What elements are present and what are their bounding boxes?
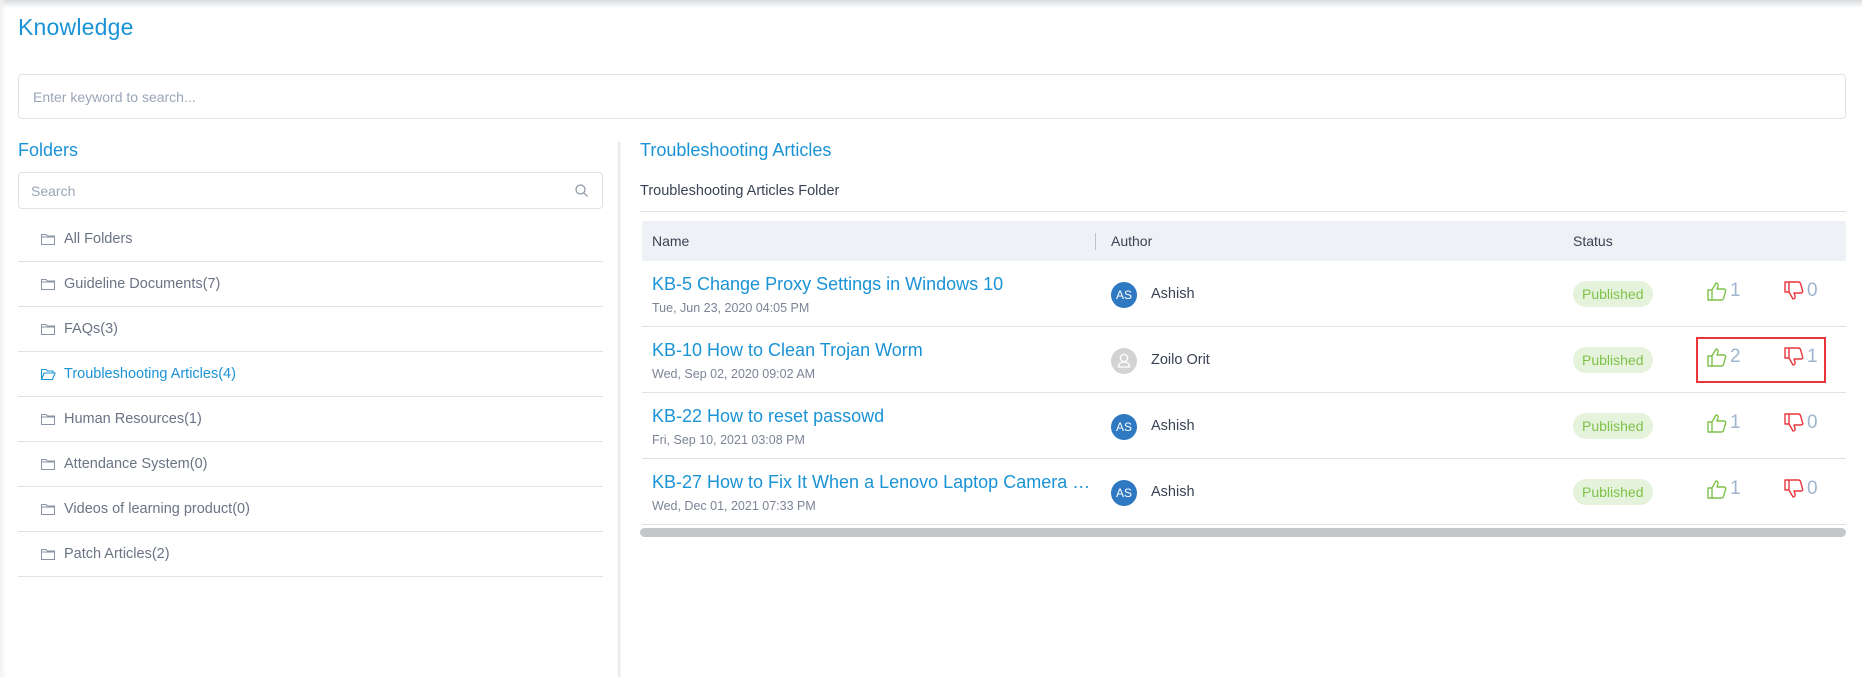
folder-label: Guideline Documents(7): [64, 276, 221, 292]
folder-icon: [40, 277, 56, 291]
folder-item[interactable]: FAQs(3): [18, 307, 603, 352]
thumbs-down-icon: [1783, 280, 1805, 302]
folder-item[interactable]: Guideline Documents(7): [18, 262, 603, 307]
column-header-name[interactable]: Name: [652, 233, 689, 249]
articles-subtitle: Troubleshooting Articles Folder: [640, 183, 840, 199]
folder-item[interactable]: Attendance System(0): [18, 442, 603, 487]
avatar: AS: [1111, 414, 1137, 440]
table-row: KB-27 How to Fix It When a Lenovo Laptop…: [642, 459, 1846, 525]
highlight-box: [1696, 337, 1826, 383]
like-button[interactable]: 1: [1706, 280, 1741, 302]
thumbs-up-icon: [1706, 280, 1728, 302]
page-title: Knowledge: [18, 14, 134, 40]
like-button[interactable]: 1: [1706, 412, 1741, 434]
dislike-button[interactable]: 0: [1783, 280, 1818, 302]
like-button[interactable]: 1: [1706, 478, 1741, 500]
folder-label: Human Resources(1): [64, 411, 202, 427]
folder-item[interactable]: Patch Articles(2): [18, 532, 603, 577]
author-name: Zoilo Orit: [1151, 352, 1210, 368]
folder-label: Attendance System(0): [64, 456, 208, 472]
table-header: Name Author Status: [642, 221, 1846, 261]
column-header-status[interactable]: Status: [1573, 233, 1613, 249]
article-title-link[interactable]: KB-22 How to reset passowd: [652, 406, 884, 427]
divider: [640, 211, 1846, 212]
folder-search-input[interactable]: [19, 173, 602, 208]
folder-icon: [40, 502, 56, 516]
author-name: Ashish: [1151, 484, 1195, 500]
horizontal-scrollbar[interactable]: [640, 528, 1846, 537]
folder-list: All Folders Guideline Documents(7) FAQs(3)…: [18, 217, 603, 577]
author-name: Ashish: [1151, 418, 1195, 434]
folder-label: Patch Articles(2): [64, 546, 170, 562]
column-resize-handle[interactable]: [1095, 233, 1096, 250]
status-badge: Published: [1573, 479, 1653, 505]
article-date: Fri, Sep 10, 2021 03:08 PM: [652, 433, 805, 447]
folder-search[interactable]: [18, 172, 603, 209]
author-name: Ashish: [1151, 286, 1195, 302]
avatar: AS: [1111, 282, 1137, 308]
folder-open-icon: [40, 367, 56, 381]
table-body: KB-5 Change Proxy Settings in Windows 10…: [642, 261, 1846, 525]
folder-item[interactable]: All Folders: [18, 217, 603, 262]
folder-icon: [40, 232, 56, 246]
folder-item[interactable]: Videos of learning product(0): [18, 487, 603, 532]
article-date: Tue, Jun 23, 2020 04:05 PM: [652, 301, 810, 315]
folder-item[interactable]: Troubleshooting Articles(4): [18, 352, 603, 397]
folders-title: Folders: [18, 140, 79, 160]
folder-icon: [40, 457, 56, 471]
status-badge: Published: [1573, 347, 1653, 373]
folder-item[interactable]: Human Resources(1): [18, 397, 603, 442]
table-row: KB-5 Change Proxy Settings in Windows 10…: [642, 261, 1846, 327]
like-count: 1: [1730, 412, 1741, 433]
folder-label: FAQs(3): [64, 321, 118, 337]
dislike-count: 0: [1807, 412, 1818, 433]
avatar: [1111, 348, 1137, 374]
articles-title: Troubleshooting Articles: [640, 140, 832, 160]
table-row: KB-22 How to reset passowd Fri, Sep 10, …: [642, 393, 1846, 459]
dislike-button[interactable]: 0: [1783, 412, 1818, 434]
article-title-link[interactable]: KB-27 How to Fix It When a Lenovo Laptop…: [652, 472, 1092, 493]
avatar: AS: [1111, 480, 1137, 506]
folder-icon: [40, 412, 56, 426]
knowledge-search-input[interactable]: [19, 75, 1845, 118]
knowledge-search[interactable]: [18, 74, 1846, 119]
article-title-link[interactable]: KB-10 How to Clean Trojan Worm: [652, 340, 923, 361]
article-date: Wed, Dec 01, 2021 07:33 PM: [652, 499, 816, 513]
thumbs-up-icon: [1706, 478, 1728, 500]
search-icon[interactable]: [574, 183, 590, 199]
status-badge: Published: [1573, 281, 1653, 307]
thumbs-down-icon: [1783, 412, 1805, 434]
status-badge: Published: [1573, 413, 1653, 439]
folder-label: Troubleshooting Articles(4): [64, 366, 236, 382]
top-shadow: [0, 0, 1862, 8]
left-shadow: [0, 0, 6, 677]
folder-icon: [40, 547, 56, 561]
user-icon: [1111, 348, 1137, 374]
like-count: 1: [1730, 478, 1741, 499]
column-header-author[interactable]: Author: [1111, 233, 1152, 249]
article-title-link[interactable]: KB-5 Change Proxy Settings in Windows 10: [652, 274, 1003, 295]
like-count: 1: [1730, 280, 1741, 301]
table-row: KB-10 How to Clean Trojan Worm Wed, Sep …: [642, 327, 1846, 393]
dislike-count: 0: [1807, 478, 1818, 499]
thumbs-up-icon: [1706, 412, 1728, 434]
article-date: Wed, Sep 02, 2020 09:02 AM: [652, 367, 816, 381]
folder-label: Videos of learning product(0): [64, 501, 250, 517]
dislike-button[interactable]: 0: [1783, 478, 1818, 500]
panel-divider[interactable]: [618, 142, 621, 677]
folder-label: All Folders: [64, 231, 133, 247]
dislike-count: 0: [1807, 280, 1818, 301]
folder-icon: [40, 322, 56, 336]
thumbs-down-icon: [1783, 478, 1805, 500]
articles-table: Name Author Status KB-5 Change Proxy Set…: [642, 221, 1846, 525]
